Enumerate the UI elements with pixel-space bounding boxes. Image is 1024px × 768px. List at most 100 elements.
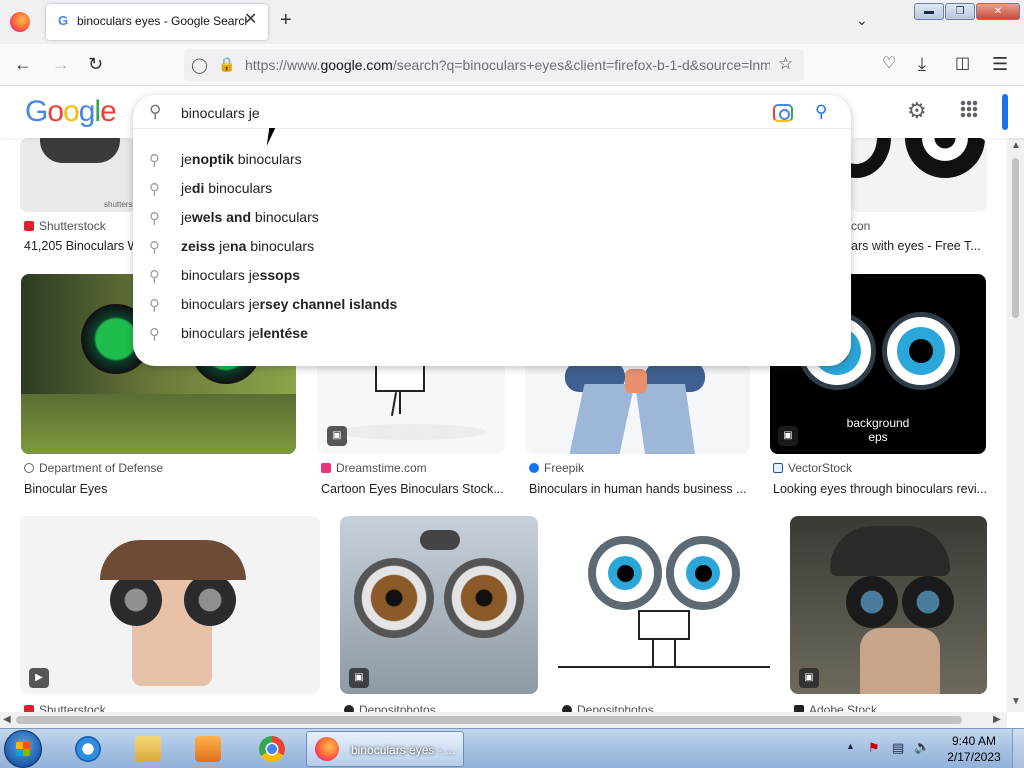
internet-explorer-icon[interactable]	[62, 732, 114, 766]
suggestion-text: zeiss jena binoculars	[181, 238, 315, 254]
result-caption[interactable]: Looking eyes through binoculars revi...	[773, 482, 988, 496]
dreamstime-favicon-icon	[321, 463, 331, 473]
show-desktop-button[interactable]	[1012, 729, 1024, 768]
clock-time: 9:40 AM	[951, 734, 997, 748]
result-source[interactable]: Freepik	[529, 461, 584, 475]
pocket-icon[interactable]: ♡	[882, 54, 896, 74]
hamburger-menu-icon[interactable]: ☰	[992, 54, 1008, 74]
vectorstock-favicon-icon	[773, 463, 783, 473]
image-badge-icon: ▣	[349, 668, 369, 688]
suggestion-item[interactable]: ⚲ binoculars jelentése	[133, 319, 851, 348]
google-lens-icon[interactable]	[773, 104, 793, 122]
taskbar-firefox-window[interactable]: binoculars eyes - ...	[306, 731, 464, 767]
tracking-protection-shield-icon[interactable]: ◯	[191, 56, 208, 74]
reload-icon[interactable]: ↻	[88, 54, 103, 74]
account-avatar[interactable]	[1002, 94, 1008, 130]
tab-close-icon[interactable]: ✕	[244, 12, 257, 28]
search-icon: ⚲	[149, 152, 160, 169]
horizontal-scrollbar[interactable]: ◀ ▶	[0, 712, 1007, 728]
result-caption[interactable]: Binoculars in human hands business ...	[529, 482, 749, 496]
suggestion-item[interactable]: ⚲ zeiss jena binoculars	[133, 232, 851, 261]
action-center-flag-icon[interactable]: ⚑	[868, 740, 880, 756]
result-source[interactable]: Dreamstime.com	[321, 461, 427, 475]
minimize-button[interactable]: ▬	[914, 3, 944, 20]
search-submit-icon[interactable]: ⚲	[815, 102, 827, 122]
result-source[interactable]: con	[851, 219, 870, 233]
chrome-icon[interactable]	[246, 732, 298, 766]
tab-google-search[interactable]: G binoculars eyes - Google Search ✕	[46, 4, 268, 40]
settings-gear-icon[interactable]: ⚙	[907, 98, 927, 124]
result-source[interactable]: VectorStock	[773, 461, 852, 475]
clock-date: 2/17/2023	[947, 750, 1001, 764]
result-image[interactable]: shutters	[20, 138, 136, 212]
result-caption[interactable]: ars with eyes - Free T...	[851, 239, 986, 253]
google-favicon-icon: G	[57, 13, 69, 28]
result-image[interactable]: ▣	[340, 516, 538, 694]
suggestion-item[interactable]: ⚲ jedi binoculars	[133, 174, 851, 203]
image-badge-icon: ▣	[799, 668, 819, 688]
vertical-scroll-thumb[interactable]	[1012, 158, 1019, 318]
result-source[interactable]: Shutterstock	[24, 219, 106, 233]
extensions-icon[interactable]: ◫	[955, 54, 970, 74]
address-bar[interactable]: ◯ 🔒 https://www.google.com/search?q=bino…	[184, 49, 804, 81]
search-icon: ⚲	[149, 326, 160, 343]
image-badge-icon: ▣	[327, 426, 347, 446]
video-play-icon: ▶	[29, 668, 49, 688]
media-player-icon[interactable]	[182, 732, 234, 766]
window-controls: ▬ ❐ ✕	[914, 3, 1020, 20]
taskbar: binoculars eyes - ... ▲ ⚑ ▤ 🔈 9:40 AM 2/…	[0, 728, 1024, 768]
bookmark-star-icon[interactable]: ☆	[778, 54, 793, 74]
back-arrow-icon[interactable]: ←	[14, 54, 32, 74]
horizontal-scroll-thumb[interactable]	[16, 716, 962, 724]
downloads-icon[interactable]: ⤓	[918, 54, 926, 74]
lock-icon[interactable]: 🔒	[218, 56, 235, 73]
result-source[interactable]: Department of Defense	[24, 461, 163, 475]
suggestion-text: jewels and binoculars	[181, 209, 319, 225]
google-logo[interactable]: Google	[25, 95, 117, 129]
scroll-up-arrow-icon[interactable]: ▲	[1011, 140, 1021, 151]
url-text[interactable]: https://www.google.com/search?q=binocula…	[245, 57, 770, 73]
overlay-text: eps	[868, 430, 888, 444]
search-suggestions-panel: ⚲ ⚲ ⚲ jenoptik binoculars ⚲ jedi binocul…	[133, 95, 851, 366]
suggestion-text: binoculars jessops	[181, 267, 301, 283]
search-icon: ⚲	[149, 210, 160, 227]
close-window-button[interactable]: ✕	[976, 3, 1020, 20]
result-image[interactable]: ▣	[790, 516, 987, 694]
firefox-icon	[315, 737, 339, 761]
result-caption[interactable]: 41,205 Binoculars W	[24, 239, 134, 253]
clock[interactable]: 9:40 AM 2/17/2023	[940, 733, 1008, 765]
overlay-text: background	[846, 416, 910, 430]
network-icon[interactable]: ▤	[892, 740, 904, 756]
list-all-tabs-icon[interactable]: ⌄	[856, 12, 868, 29]
freepik-favicon-icon	[529, 463, 539, 473]
suggestion-item[interactable]: ⚲ jewels and binoculars	[133, 203, 851, 232]
file-explorer-icon[interactable]	[122, 732, 174, 766]
google-apps-icon[interactable]	[960, 100, 978, 118]
suggestion-item[interactable]: ⚲ binoculars jessops	[133, 261, 851, 290]
forward-arrow-icon[interactable]: →	[52, 54, 70, 74]
result-caption[interactable]: Binocular Eyes	[24, 482, 294, 496]
image-badge-icon: ▣	[778, 426, 798, 446]
scroll-left-arrow-icon[interactable]: ◀	[3, 714, 11, 725]
shutterstock-favicon-icon	[24, 221, 34, 231]
show-hidden-icons-icon[interactable]: ▲	[846, 741, 855, 751]
restore-button[interactable]: ❐	[945, 3, 975, 20]
result-image[interactable]	[558, 516, 770, 694]
scroll-right-arrow-icon[interactable]: ▶	[993, 714, 1001, 725]
result-image[interactable]: ▶	[20, 516, 320, 694]
suggestion-text: jedi binoculars	[181, 180, 273, 196]
firefox-menu-icon[interactable]	[10, 12, 30, 32]
suggestion-item[interactable]: ⚲ binoculars jersey channel islands	[133, 290, 851, 319]
search-icon: ⚲	[149, 181, 160, 198]
result-caption[interactable]: Cartoon Eyes Binoculars Stock...	[321, 482, 505, 496]
suggestion-item[interactable]: ⚲ jenoptik binoculars	[133, 145, 851, 174]
vertical-scrollbar[interactable]: ▲ ▼	[1007, 138, 1024, 712]
search-input[interactable]	[181, 105, 741, 121]
divider	[133, 128, 851, 129]
new-tab-button[interactable]: +	[280, 10, 292, 30]
start-button[interactable]	[4, 730, 42, 768]
tab-bar: G binoculars eyes - Google Search ✕ + ⌄ …	[0, 0, 1024, 44]
volume-icon[interactable]: 🔈	[914, 739, 930, 755]
scroll-down-arrow-icon[interactable]: ▼	[1011, 696, 1021, 707]
result-image[interactable]	[851, 138, 987, 212]
